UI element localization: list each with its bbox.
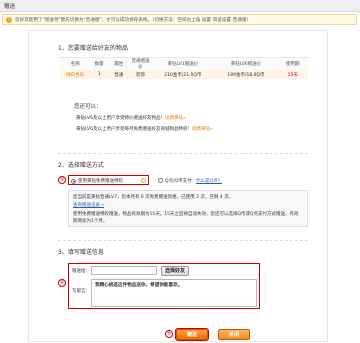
item-attr: 普通	[107, 70, 130, 79]
divider	[58, 153, 308, 154]
notice-text: 您好友使用了"增送领"需先切换为"普通版"，才可以成功保存表格。（切换方法：空间…	[15, 18, 252, 23]
friend-input[interactable]	[91, 266, 157, 275]
item-qty: 1	[90, 70, 108, 79]
window-titlebar: 赠送	[0, 0, 360, 12]
radio-q-pay[interactable]	[158, 177, 163, 183]
col-header: 黄钻LV1赠送价	[151, 57, 215, 70]
item-price-vip: 189金币/18.9Q币	[214, 70, 278, 79]
item-name: 绿白色彩	[60, 70, 91, 79]
table-header: 名称 数量 属性 普通赠送价 黄钻LV1赠送价 黄钻LV6赠送价 使用期	[60, 57, 308, 70]
message-textarea[interactable]: 我精心挑选这件物品送你，希望你能喜欢。	[91, 279, 257, 307]
also-line-1-text: 黄钻LV6及以上用户享受特价赠送好友物品！	[76, 116, 165, 121]
also-line-2-text: 黄钻LV6及以上用户享受每月免费赠送好友商城物品特权！	[76, 127, 192, 132]
option-q-pay: Q点/Q币支付 什么是Q点？	[165, 178, 222, 184]
section1-title: 1、您要赠送给好友的物品	[58, 45, 128, 52]
window-title: 赠送	[4, 4, 16, 10]
col-header: 黄钻LV6赠送价	[214, 57, 278, 70]
section3-title: 3、填写赠送信息	[58, 249, 104, 256]
notice-banner: ! 您好友使用了"增送领"需先切换为"普通版"，才可以成功保存表格。（切换方法：…	[2, 14, 357, 25]
close-button[interactable]: 关闭	[218, 329, 250, 340]
col-header: 使用期	[277, 57, 308, 70]
item-type: 装饰	[129, 70, 152, 79]
item-period: 15天	[277, 70, 308, 79]
warning-icon: !	[6, 16, 12, 23]
col-header: 名称	[60, 57, 91, 70]
item-price-normal: 210金币/21.0Q币	[151, 70, 215, 79]
message-label: 写留言：	[72, 289, 90, 294]
callout-4: ④	[58, 279, 66, 287]
gift-info-form: 赠送给： 选择好友 写留言： 我精心挑选这件物品送你，希望你能喜欢。	[68, 263, 260, 309]
option-free-gift-label: 使用黄钻免费赠送特权	[78, 179, 123, 185]
free-gift-note: 使用免费赠送特权赠送，物品有效期为15天。15天之后将自动失效，您还可以选择Q币…	[73, 212, 299, 224]
free-gift-status: 您当前是黄钻普通LV7，您本月有 6 次免费赠送资格，已使用 2 次，还剩 4 …	[73, 195, 234, 200]
gift-record-link[interactable]: 查询赠送记录 »	[73, 202, 104, 208]
col-header: 普通赠送价	[129, 57, 152, 70]
callout-5: ⑤	[165, 330, 173, 338]
col-header: 数量	[90, 57, 108, 70]
free-gift-info-box: 您当前是黄钻普通LV7，您本月有 6 次免费赠送资格，已使用 2 次，还剩 4 …	[68, 190, 308, 227]
what-is-q-link[interactable]: 什么是Q点？	[196, 179, 222, 184]
also-line-2: 黄钻LV6及以上用户享受每月免费赠送好友商城物品特权！续费黄钻»	[76, 126, 213, 132]
submit-gift-button[interactable]: 赠送	[174, 327, 210, 342]
divider	[58, 240, 308, 241]
renew-vip-link-1[interactable]: 续费黄钻»	[165, 116, 186, 121]
choose-friend-button[interactable]: 选择好友	[161, 266, 189, 276]
help-icon[interactable]	[141, 178, 146, 183]
col-header: 属性	[107, 57, 130, 70]
section2-title: 2、选择赠送方式	[58, 162, 104, 169]
to-label: 赠送给：	[72, 269, 90, 274]
gift-items-table: 名称 数量 属性 普通赠送价 黄钻LV1赠送价 黄钻LV6赠送价 使用期 绿白色…	[60, 57, 308, 79]
option-q-pay-label: Q点/Q币支付	[165, 178, 192, 184]
option-free-gift[interactable]: 使用黄钻免费赠送特权	[68, 175, 149, 185]
radio-free-gift[interactable]	[71, 178, 76, 184]
also-line-1: 黄钻LV6及以上用户享受特价赠送好友物品！续费黄钻»	[76, 115, 186, 121]
callout-3: ③	[58, 176, 66, 184]
also-title: 您还可以：	[74, 104, 102, 110]
renew-vip-link-2[interactable]: 续费黄钻»	[192, 127, 213, 132]
table-row: 绿白色彩 1 普通 装饰 210金币/21.0Q币 189金币/18.9Q币 1…	[60, 70, 308, 79]
